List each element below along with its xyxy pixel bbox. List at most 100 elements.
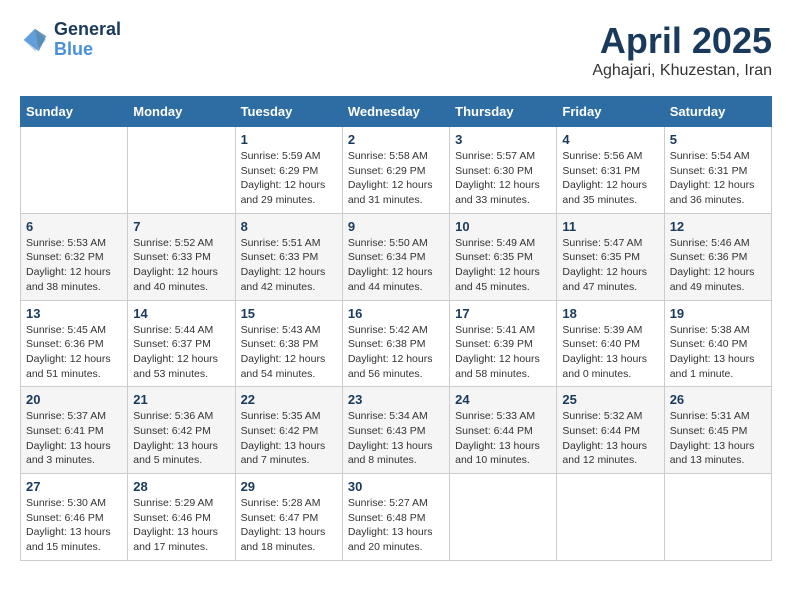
day-info: Sunrise: 5:44 AM Sunset: 6:37 PM Dayligh… [133,323,229,382]
day-number: 1 [241,132,337,147]
day-number: 26 [670,392,766,407]
calendar-week-row: 27 Sunrise: 5:30 AM Sunset: 6:46 PM Dayli… [21,474,772,561]
day-number: 13 [26,306,122,321]
calendar-cell: 18 Sunrise: 5:39 AM Sunset: 6:40 PM Dayli… [557,300,664,387]
day-info: Sunrise: 5:36 AM Sunset: 6:42 PM Dayligh… [133,409,229,468]
day-number: 30 [348,479,444,494]
calendar-cell: 7 Sunrise: 5:52 AM Sunset: 6:33 PM Daylig… [128,213,235,300]
calendar-cell: 21 Sunrise: 5:36 AM Sunset: 6:42 PM Dayli… [128,387,235,474]
calendar-cell: 12Sunrise: 5:46 AM Sunset: 6:36 PM Dayli… [664,213,771,300]
logo-blue: Blue [54,40,121,60]
day-info: Sunrise: 5:41 AM Sunset: 6:39 PM Dayligh… [455,323,551,382]
calendar-cell [21,127,128,214]
calendar-cell: 22Sunrise: 5:35 AM Sunset: 6:42 PM Dayli… [235,387,342,474]
page-header: General Blue April 2025 Aghajari, Khuzes… [20,20,772,80]
day-number: 24 [455,392,551,407]
day-info: Sunrise: 5:31 AM Sunset: 6:45 PM Dayligh… [670,409,766,468]
day-info: Sunrise: 5:58 AM Sunset: 6:29 PM Dayligh… [348,149,444,208]
calendar-week-row: 13 Sunrise: 5:45 AM Sunset: 6:36 PM Dayli… [21,300,772,387]
weekday-header: Monday [128,97,235,127]
calendar-cell: 2 Sunrise: 5:58 AM Sunset: 6:29 PM Daylig… [342,127,449,214]
day-number: 3 [455,132,551,147]
day-number: 7 [133,219,229,234]
day-number: 15 [241,306,337,321]
day-info: Sunrise: 5:27 AM Sunset: 6:48 PM Dayligh… [348,496,444,555]
day-number: 8 [241,219,337,234]
logo-general: General [54,20,121,40]
title-area: April 2025 Aghajari, Khuzestan, Iran [592,20,772,80]
day-info: Sunrise: 5:42 AM Sunset: 6:38 PM Dayligh… [348,323,444,382]
day-number: 27 [26,479,122,494]
day-number: 11 [562,219,658,234]
weekday-header: Saturday [664,97,771,127]
weekday-header: Tuesday [235,97,342,127]
day-info: Sunrise: 5:57 AM Sunset: 6:30 PM Dayligh… [455,149,551,208]
day-info: Sunrise: 5:50 AM Sunset: 6:34 PM Dayligh… [348,236,444,295]
location: Aghajari, Khuzestan, Iran [592,62,772,80]
day-number: 2 [348,132,444,147]
calendar-week-row: 1 Sunrise: 5:59 AM Sunset: 6:29 PM Daylig… [21,127,772,214]
day-number: 16 [348,306,444,321]
day-info: Sunrise: 5:53 AM Sunset: 6:32 PM Dayligh… [26,236,122,295]
calendar-table: SundayMondayTuesdayWednesdayThursdayFrid… [20,96,772,561]
calendar-cell: 6 Sunrise: 5:53 AM Sunset: 6:32 PM Daylig… [21,213,128,300]
day-info: Sunrise: 5:56 AM Sunset: 6:31 PM Dayligh… [562,149,658,208]
day-info: Sunrise: 5:43 AM Sunset: 6:38 PM Dayligh… [241,323,337,382]
calendar-week-row: 6 Sunrise: 5:53 AM Sunset: 6:32 PM Daylig… [21,213,772,300]
day-info: Sunrise: 5:52 AM Sunset: 6:33 PM Dayligh… [133,236,229,295]
calendar-cell: 5Sunrise: 5:54 AM Sunset: 6:31 PM Daylig… [664,127,771,214]
day-number: 9 [348,219,444,234]
calendar-cell: 28 Sunrise: 5:29 AM Sunset: 6:46 PM Dayli… [128,474,235,561]
calendar-cell: 17Sunrise: 5:41 AM Sunset: 6:39 PM Dayli… [450,300,557,387]
day-number: 29 [241,479,337,494]
calendar-cell: 16 Sunrise: 5:42 AM Sunset: 6:38 PM Dayli… [342,300,449,387]
day-info: Sunrise: 5:39 AM Sunset: 6:40 PM Dayligh… [562,323,658,382]
day-number: 18 [562,306,658,321]
day-info: Sunrise: 5:59 AM Sunset: 6:29 PM Dayligh… [241,149,337,208]
calendar-cell [128,127,235,214]
day-number: 6 [26,219,122,234]
day-number: 28 [133,479,229,494]
calendar-cell [450,474,557,561]
calendar-cell: 11 Sunrise: 5:47 AM Sunset: 6:35 PM Dayli… [557,213,664,300]
weekday-header: Sunday [21,97,128,127]
calendar-cell: 24 Sunrise: 5:33 AM Sunset: 6:44 PM Dayli… [450,387,557,474]
day-info: Sunrise: 5:30 AM Sunset: 6:46 PM Dayligh… [26,496,122,555]
calendar-cell: 15 Sunrise: 5:43 AM Sunset: 6:38 PM Dayli… [235,300,342,387]
calendar-cell: 1 Sunrise: 5:59 AM Sunset: 6:29 PM Daylig… [235,127,342,214]
weekday-header-row: SundayMondayTuesdayWednesdayThursdayFrid… [21,97,772,127]
day-info: Sunrise: 5:47 AM Sunset: 6:35 PM Dayligh… [562,236,658,295]
calendar-cell: 8Sunrise: 5:51 AM Sunset: 6:33 PM Daylig… [235,213,342,300]
day-info: Sunrise: 5:37 AM Sunset: 6:41 PM Dayligh… [26,409,122,468]
calendar-cell: 4Sunrise: 5:56 AM Sunset: 6:31 PM Daylig… [557,127,664,214]
day-info: Sunrise: 5:49 AM Sunset: 6:35 PM Dayligh… [455,236,551,295]
day-number: 19 [670,306,766,321]
logo-text: General Blue [54,20,121,60]
calendar-cell: 9 Sunrise: 5:50 AM Sunset: 6:34 PM Daylig… [342,213,449,300]
calendar-cell: 27 Sunrise: 5:30 AM Sunset: 6:46 PM Dayli… [21,474,128,561]
day-info: Sunrise: 5:54 AM Sunset: 6:31 PM Dayligh… [670,149,766,208]
calendar-cell: 23 Sunrise: 5:34 AM Sunset: 6:43 PM Dayli… [342,387,449,474]
day-number: 25 [562,392,658,407]
day-number: 23 [348,392,444,407]
day-info: Sunrise: 5:34 AM Sunset: 6:43 PM Dayligh… [348,409,444,468]
calendar-cell [557,474,664,561]
day-info: Sunrise: 5:32 AM Sunset: 6:44 PM Dayligh… [562,409,658,468]
weekday-header: Friday [557,97,664,127]
day-number: 12 [670,219,766,234]
day-number: 10 [455,219,551,234]
month-title: April 2025 [592,20,772,62]
calendar-cell: 30 Sunrise: 5:27 AM Sunset: 6:48 PM Dayli… [342,474,449,561]
calendar-cell [664,474,771,561]
day-number: 14 [133,306,229,321]
calendar-cell: 13 Sunrise: 5:45 AM Sunset: 6:36 PM Dayli… [21,300,128,387]
day-info: Sunrise: 5:45 AM Sunset: 6:36 PM Dayligh… [26,323,122,382]
calendar-cell: 3 Sunrise: 5:57 AM Sunset: 6:30 PM Daylig… [450,127,557,214]
logo: General Blue [20,20,121,60]
day-info: Sunrise: 5:29 AM Sunset: 6:46 PM Dayligh… [133,496,229,555]
logo-icon [20,25,50,55]
day-info: Sunrise: 5:33 AM Sunset: 6:44 PM Dayligh… [455,409,551,468]
calendar-cell: 10 Sunrise: 5:49 AM Sunset: 6:35 PM Dayli… [450,213,557,300]
calendar-cell: 19Sunrise: 5:38 AM Sunset: 6:40 PM Dayli… [664,300,771,387]
day-number: 21 [133,392,229,407]
